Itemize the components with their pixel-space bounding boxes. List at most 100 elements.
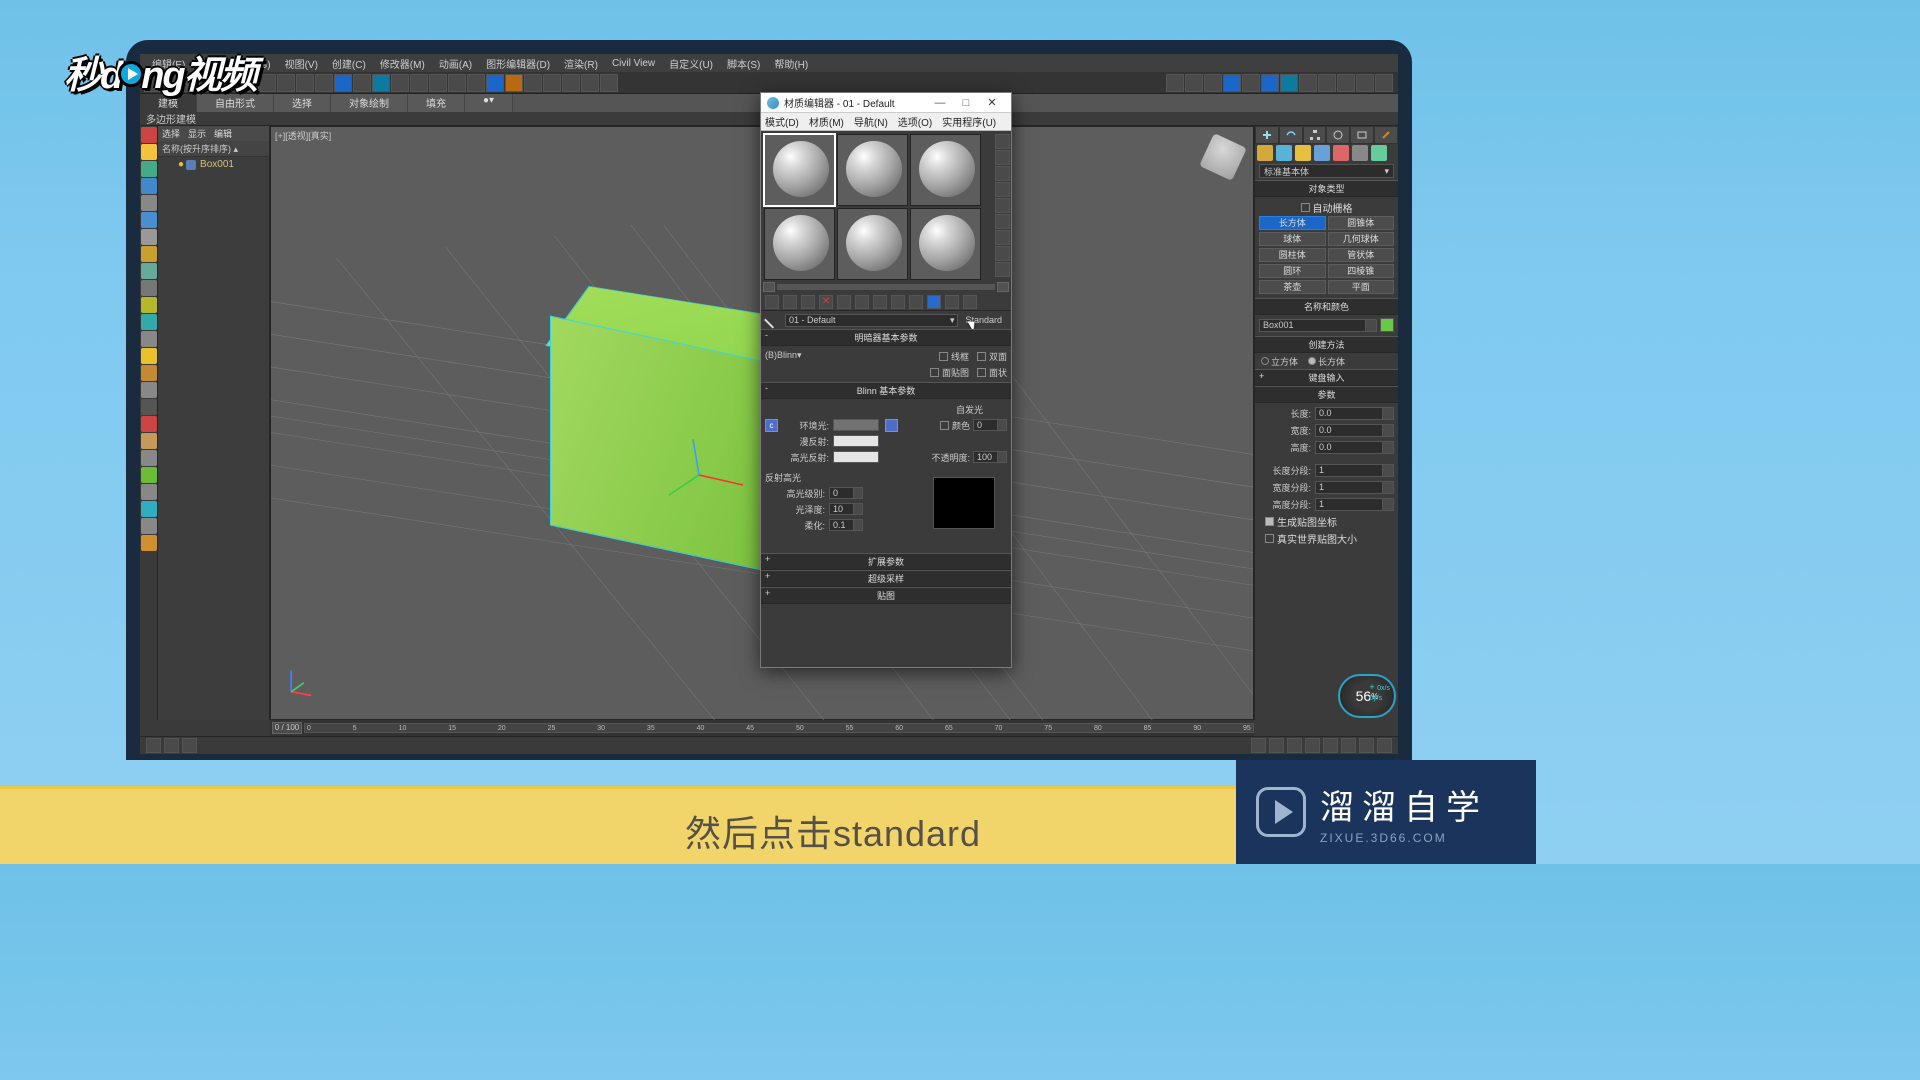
left-icon[interactable] xyxy=(141,263,157,279)
lock-icon[interactable] xyxy=(885,419,898,432)
left-icon[interactable] xyxy=(141,484,157,500)
sample-tool-icon[interactable] xyxy=(995,246,1010,261)
sample-slot[interactable] xyxy=(764,134,835,206)
primitive-button[interactable]: 球体 xyxy=(1259,232,1326,246)
menu-item[interactable]: 创建(C) xyxy=(332,56,366,71)
tool-icon[interactable] xyxy=(1337,74,1355,92)
tool-icon[interactable] xyxy=(315,74,333,92)
scroll-left-icon[interactable] xyxy=(763,282,775,292)
geometry-icon[interactable] xyxy=(1257,145,1273,161)
time-slider[interactable]: 0 / 100 xyxy=(272,722,302,734)
ribbon-tab[interactable]: 选择 xyxy=(274,94,331,112)
shader-dropdown[interactable]: (B)Blinn▾ xyxy=(765,350,849,363)
left-icon[interactable] xyxy=(141,399,157,415)
material-editor-titlebar[interactable]: 材质编辑器 - 01 - Default — □ ✕ xyxy=(761,93,1011,113)
scroll-right-icon[interactable] xyxy=(997,282,1009,292)
left-icon[interactable] xyxy=(141,212,157,228)
tool-icon[interactable] xyxy=(1185,74,1203,92)
tool-icon[interactable] xyxy=(1204,74,1222,92)
primitive-button[interactable]: 管状体 xyxy=(1328,248,1395,262)
ribbon-tab[interactable]: 填充 xyxy=(408,94,465,112)
radio-icon[interactable] xyxy=(1261,357,1269,365)
time-ruler[interactable]: 05101520253035404550556065707580859095 xyxy=(304,723,1254,733)
left-icon[interactable] xyxy=(141,246,157,262)
tool-icon[interactable] xyxy=(486,74,504,92)
playback-icon[interactable] xyxy=(1287,738,1302,753)
primitive-button[interactable]: 几何球体 xyxy=(1328,232,1395,246)
creation-method[interactable]: 立方体 长方体 xyxy=(1255,353,1398,369)
height-spinner[interactable]: 0.0 xyxy=(1315,441,1394,454)
playback-icon[interactable] xyxy=(1341,738,1356,753)
tool-icon[interactable] xyxy=(296,74,314,92)
sample-slot[interactable] xyxy=(910,208,981,280)
sample-tools-vertical[interactable] xyxy=(994,131,1011,281)
sample-tool-icon[interactable] xyxy=(995,214,1010,229)
left-icon[interactable] xyxy=(141,331,157,347)
lseg-spinner[interactable]: 1 xyxy=(1315,464,1394,477)
eyedropper-icon[interactable] xyxy=(764,310,784,330)
create-tab-icon[interactable] xyxy=(1255,126,1279,144)
mat-tool-icon[interactable] xyxy=(873,295,887,309)
object-color-swatch[interactable] xyxy=(1380,318,1394,332)
gloss-spinner[interactable]: 10 xyxy=(829,503,863,515)
playback-icon[interactable] xyxy=(1269,738,1284,753)
mat-tool-icon[interactable] xyxy=(945,295,959,309)
menu-item[interactable]: 动画(A) xyxy=(439,56,472,71)
left-icon[interactable] xyxy=(141,501,157,517)
sample-tool-icon[interactable] xyxy=(995,134,1010,149)
delete-icon[interactable] xyxy=(819,295,833,309)
tool-icon[interactable] xyxy=(1166,74,1184,92)
tool-icon[interactable] xyxy=(448,74,466,92)
left-icon[interactable] xyxy=(141,314,157,330)
helpers-icon[interactable] xyxy=(1333,145,1349,161)
sample-scrollbar[interactable] xyxy=(761,281,1011,293)
wire-checkbox[interactable] xyxy=(939,352,948,361)
maximize-button[interactable]: □ xyxy=(953,94,979,112)
mat-tool-icon[interactable] xyxy=(765,295,779,309)
sample-tool-icon[interactable] xyxy=(995,150,1010,165)
left-icon-column[interactable] xyxy=(140,126,158,720)
rollout-supersampling[interactable]: 超级采样 xyxy=(761,570,1011,587)
material-type-button[interactable]: Standard xyxy=(962,315,1005,325)
left-icon[interactable] xyxy=(141,467,157,483)
left-icon[interactable] xyxy=(141,365,157,381)
sample-slot[interactable] xyxy=(837,208,908,280)
left-icon[interactable] xyxy=(141,127,157,143)
command-panel[interactable]: 标准基本体▾ 对象类型 自动栅格 长方体圆锥体 球体几何球体 圆柱体管状体 圆环… xyxy=(1254,126,1398,720)
primitive-button[interactable]: 长方体 xyxy=(1259,216,1326,230)
left-icon[interactable] xyxy=(141,280,157,296)
playback-icon[interactable] xyxy=(1359,738,1374,753)
tool-icon[interactable] xyxy=(1299,74,1317,92)
rollout-maps[interactable]: 贴图 xyxy=(761,587,1011,604)
rollout-name-color[interactable]: 名称和颜色 xyxy=(1255,298,1398,315)
left-icon[interactable] xyxy=(141,518,157,534)
left-icon[interactable] xyxy=(141,433,157,449)
scene-explorer[interactable]: 选择 显示 编辑 名称(按升序排序) ▴ ● Box001 xyxy=(158,126,270,720)
mat-tool-icon[interactable] xyxy=(837,295,851,309)
lock-ambient-icon[interactable]: c xyxy=(765,419,778,432)
material-name-bar[interactable]: 01 - Default▾ Standard xyxy=(761,311,1011,329)
systems-icon[interactable] xyxy=(1371,145,1387,161)
sample-tool-icon[interactable] xyxy=(995,262,1010,277)
minimize-button[interactable]: — xyxy=(927,94,953,112)
mat-tool-icon[interactable] xyxy=(891,295,905,309)
sample-slots[interactable] xyxy=(761,131,1011,281)
tool-icon[interactable] xyxy=(1280,74,1298,92)
tool-icon[interactable] xyxy=(581,74,599,92)
sample-slot[interactable] xyxy=(910,134,981,206)
tool-icon[interactable] xyxy=(467,74,485,92)
tool-icon[interactable] xyxy=(562,74,580,92)
close-button[interactable]: ✕ xyxy=(979,94,1005,112)
cameras-icon[interactable] xyxy=(1314,145,1330,161)
tool-icon[interactable] xyxy=(353,74,371,92)
left-icon[interactable] xyxy=(141,535,157,551)
shapes-icon[interactable] xyxy=(1276,145,1292,161)
menu-item[interactable]: 图形编辑器(D) xyxy=(486,56,550,71)
tool-icon[interactable] xyxy=(391,74,409,92)
mat-tool-icon[interactable] xyxy=(927,295,941,309)
material-name-field[interactable]: 01 - Default▾ xyxy=(785,314,958,327)
tool-icon[interactable] xyxy=(1223,74,1241,92)
rollout-object-type[interactable]: 对象类型 xyxy=(1255,180,1398,197)
tool-icon[interactable] xyxy=(505,74,523,92)
sample-tool-icon[interactable] xyxy=(995,166,1010,181)
